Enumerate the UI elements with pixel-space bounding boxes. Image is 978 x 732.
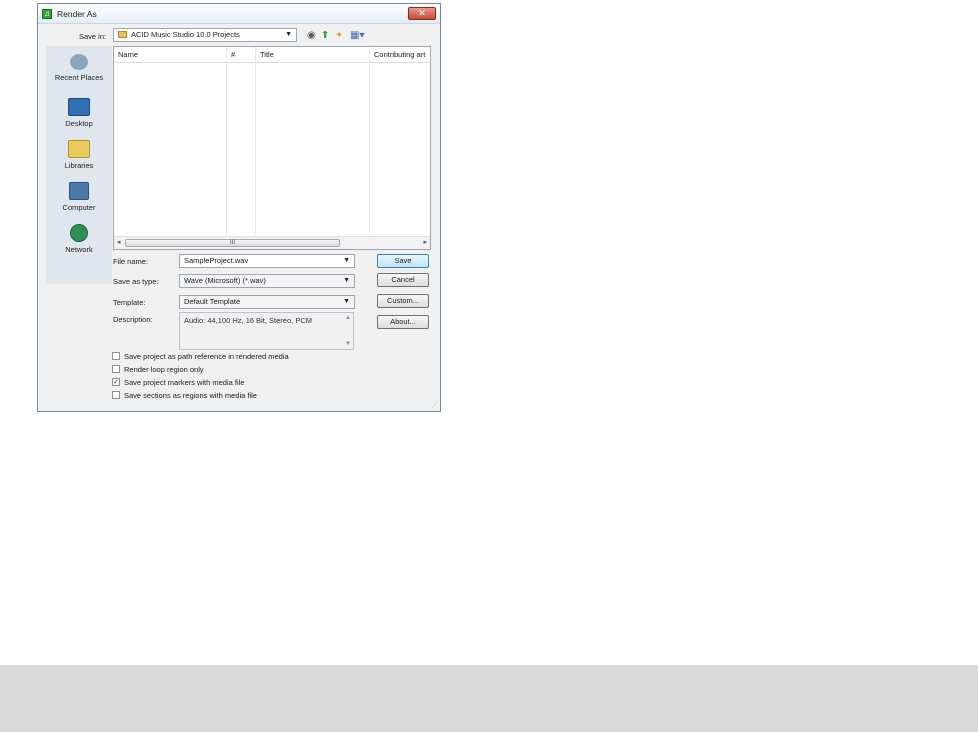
file-name-value: SampleProject.wav	[184, 256, 249, 265]
place-network[interactable]: Network	[46, 224, 112, 254]
save-in-value: ACID Music Studio 10.0 Projects	[131, 30, 240, 39]
file-name-input[interactable]: SampleProject.wav ▼	[179, 254, 355, 268]
template-value: Default Template	[184, 297, 241, 306]
place-computer[interactable]: Computer	[46, 182, 112, 212]
scroll-down-icon[interactable]: ▼	[345, 341, 351, 347]
checkbox-box[interactable]	[112, 352, 120, 361]
checkbox-save-markers[interactable]: ✓ Save project markers with media file	[112, 378, 244, 388]
chevron-down-icon: ▼	[343, 257, 350, 264]
checkbox-box-checked[interactable]: ✓	[112, 378, 120, 387]
horizontal-scrollbar[interactable]: ◂ III ▸	[114, 236, 430, 249]
place-label: Desktop	[65, 119, 93, 128]
save-as-type-dropdown[interactable]: Wave (Microsoft) (*.wav) ▼	[179, 274, 355, 288]
acid-app-icon: ♫	[42, 9, 52, 19]
checkbox-label: Save project markers with media file	[124, 378, 245, 387]
save-in-label: Save in:	[79, 32, 107, 41]
place-label: Libraries	[64, 161, 94, 170]
file-list[interactable]: Name # Title Contributing art ◂ III ▸	[113, 46, 431, 250]
folder-icon	[118, 30, 127, 38]
place-label: Network	[65, 245, 93, 254]
about-button[interactable]: About...	[377, 315, 429, 329]
description-value: Audio: 44,100 Hz, 16 Bit, Stereo, PCM	[184, 316, 312, 325]
place-desktop[interactable]: Desktop	[46, 98, 112, 128]
new-folder-icon[interactable]: ✦	[335, 31, 343, 41]
description-label: Description:	[113, 315, 153, 324]
scroll-up-icon[interactable]: ▲	[345, 315, 351, 321]
save-as-type-label: Save as type:	[113, 277, 159, 286]
save-as-type-value: Wave (Microsoft) (*.wav)	[184, 276, 266, 285]
up-folder-icon[interactable]: ⬆	[321, 31, 329, 41]
column-name[interactable]: Name	[114, 47, 226, 63]
bottom-gray-bar	[0, 665, 978, 732]
title-bar[interactable]: ♫ Render As ✕	[38, 4, 440, 24]
checkbox-label: Render loop region only	[124, 365, 204, 374]
scroll-right-icon[interactable]: ▸	[423, 238, 427, 246]
column-title[interactable]: Title	[256, 47, 369, 63]
desktop-icon	[68, 98, 90, 116]
checkbox-path-reference[interactable]: Save project as path reference in render…	[112, 352, 289, 362]
place-libraries[interactable]: Libraries	[46, 140, 112, 170]
column-divider	[255, 47, 256, 235]
dialog-title: Render As	[57, 9, 97, 19]
places-bar: Recent Places Desktop Libraries Computer…	[46, 46, 112, 284]
column-divider	[369, 47, 370, 235]
file-list-header: Name # Title Contributing art	[114, 47, 430, 63]
column-number[interactable]: #	[227, 47, 255, 63]
libraries-icon	[68, 140, 90, 158]
scroll-left-icon[interactable]: ◂	[117, 238, 121, 246]
view-menu-icon[interactable]: ▦▾	[350, 31, 364, 41]
chevron-down-icon: ▼	[343, 277, 350, 284]
checkbox-label: Save sections as regions with media file	[124, 391, 257, 400]
custom-button[interactable]: Custom...	[377, 294, 429, 308]
render-as-dialog: ♫ Render As ✕ Save in: ACID Music Studio…	[37, 3, 441, 412]
resize-grip-icon[interactable]: ⋰	[431, 401, 438, 409]
place-label: Recent Places	[54, 73, 104, 82]
close-button[interactable]: ✕	[408, 7, 436, 20]
chevron-down-icon: ▼	[285, 31, 292, 38]
chevron-down-icon: ▼	[343, 298, 350, 305]
scroll-thumb[interactable]: III	[125, 239, 340, 247]
network-icon	[70, 224, 88, 242]
description-box: Audio: 44,100 Hz, 16 Bit, Stereo, PCM ▲ …	[179, 312, 354, 350]
computer-icon	[69, 182, 89, 200]
column-contributing-artists[interactable]: Contributing art	[370, 47, 430, 63]
place-label: Computer	[62, 203, 96, 212]
checkbox-save-sections[interactable]: Save sections as regions with media file	[112, 391, 257, 401]
checkbox-render-loop-region[interactable]: Render loop region only	[112, 365, 204, 375]
template-dropdown[interactable]: Default Template ▼	[179, 295, 355, 309]
file-name-label: File name:	[113, 257, 149, 266]
checkbox-box[interactable]	[112, 391, 120, 400]
save-in-dropdown[interactable]: ACID Music Studio 10.0 Projects ▼	[113, 28, 297, 42]
template-label: Template:	[113, 298, 146, 307]
save-button[interactable]: Save	[377, 254, 429, 268]
place-recent-places[interactable]: Recent Places	[46, 54, 112, 82]
cancel-button[interactable]: Cancel	[377, 273, 429, 287]
checkbox-label: Save project as path reference in render…	[124, 352, 289, 361]
column-divider	[226, 47, 227, 235]
checkbox-box[interactable]	[112, 365, 120, 374]
back-icon[interactable]: ◉	[307, 31, 316, 41]
recent-places-icon	[70, 54, 88, 70]
